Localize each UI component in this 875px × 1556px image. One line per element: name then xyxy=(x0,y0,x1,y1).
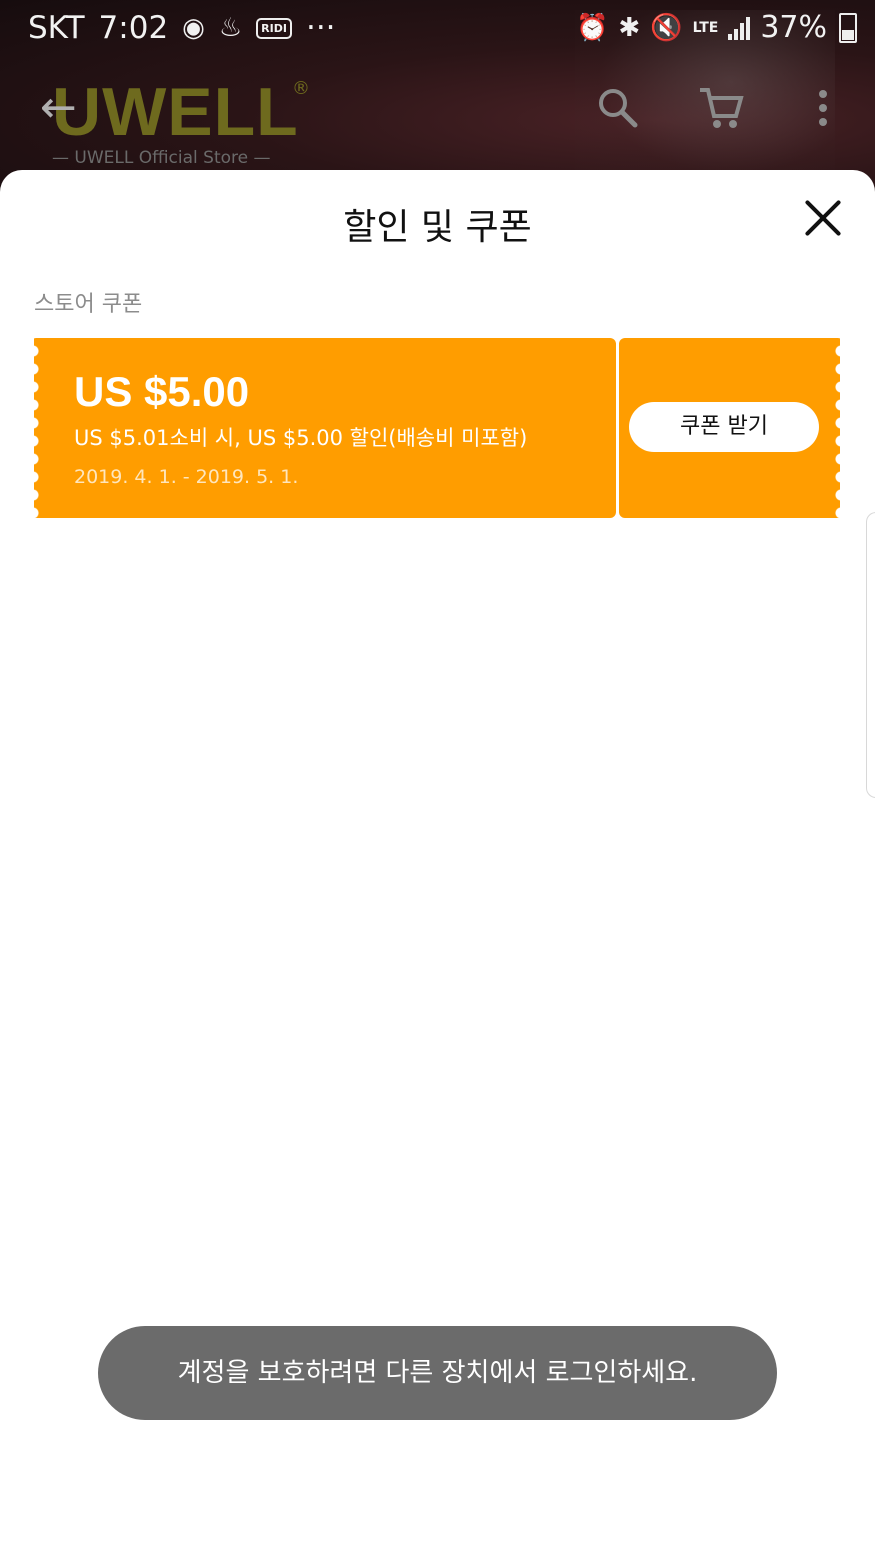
status-right: ⏰ ✱ 🔇 LTE 37% xyxy=(576,10,857,45)
download-cloud-icon: ♨ xyxy=(218,13,243,43)
cart-icon[interactable] xyxy=(698,86,744,138)
close-icon[interactable] xyxy=(801,196,845,240)
coupon-validity-dates: 2019. 4. 1. - 2019. 5. 1. xyxy=(74,466,299,488)
app-header: UWELL ® ← — UWELL Official Store — xyxy=(0,56,875,176)
claim-coupon-button[interactable]: 쿠폰 받기 xyxy=(629,402,819,452)
store-coupon: US $5.00 US $5.01소비 시, US $5.00 할인(배송비 미… xyxy=(34,338,840,518)
ridi-icon: RIDI xyxy=(256,17,292,39)
battery-percent: 37% xyxy=(760,10,827,45)
mute-icon: 🔇 xyxy=(650,12,683,43)
battery-icon xyxy=(839,12,857,43)
clock: 7:02 xyxy=(98,10,169,46)
coupon-condition: US $5.01소비 시, US $5.00 할인(배송비 미포함) xyxy=(74,426,528,450)
carrier-label: SKT xyxy=(28,10,85,46)
signal-icon xyxy=(728,16,751,40)
status-left: SKT 7:02 ◉ ♨ RIDI ··· xyxy=(28,10,336,46)
store-logo: UWELL xyxy=(52,74,299,150)
store-name: — UWELL Official Store — xyxy=(52,148,271,168)
sheet-title: 할인 및 쿠폰 xyxy=(343,207,532,248)
coupon-stub: 쿠폰 받기 xyxy=(619,338,840,518)
coupon-amount: US $5.00 xyxy=(74,368,250,415)
network-type: LTE xyxy=(692,19,719,36)
coupon-body: US $5.00 US $5.01소비 시, US $5.00 할인(배송비 미… xyxy=(34,338,616,518)
back-arrow-icon[interactable]: ← xyxy=(40,86,77,130)
toast-message: 계정을 보호하려면 다른 장치에서 로그인하세요. xyxy=(98,1326,777,1420)
logo-registered-mark: ® xyxy=(292,78,310,99)
status-bar: SKT 7:02 ◉ ♨ RIDI ··· ⏰ ✱ 🔇 LTE 37% xyxy=(0,0,875,56)
overflow-menu-icon[interactable] xyxy=(816,86,830,138)
more-notifications-icon: ··· xyxy=(305,10,336,46)
edge-panel-handle[interactable] xyxy=(866,512,875,798)
section-label-store-coupons: 스토어 쿠폰 xyxy=(34,292,143,317)
circle-dot-icon: ◉ xyxy=(182,13,205,43)
alarm-icon: ⏰ xyxy=(576,12,609,43)
bluetooth-icon: ✱ xyxy=(618,12,641,43)
coupon-perforation xyxy=(617,338,618,518)
search-icon[interactable] xyxy=(596,86,640,138)
